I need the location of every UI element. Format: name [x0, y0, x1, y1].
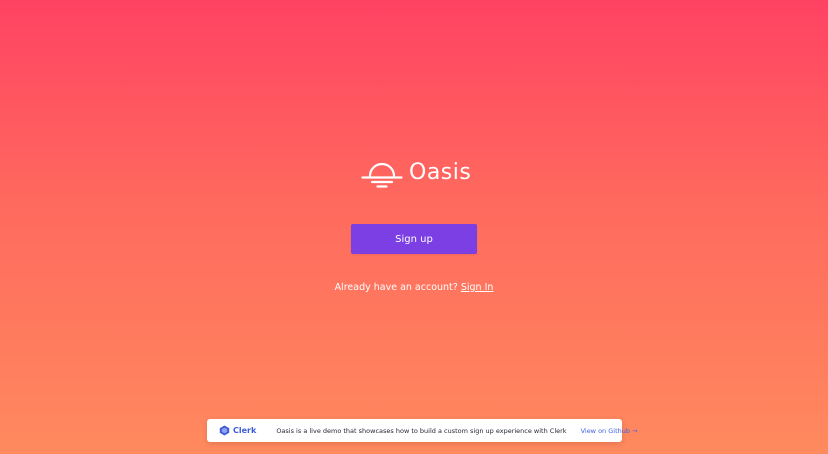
already-have-account-text: Already have an account? [334, 282, 458, 293]
clerk-logo[interactable]: Clerk [219, 419, 256, 442]
sign-up-button[interactable]: Sign up [351, 224, 477, 254]
app-logo: Oasis [361, 156, 471, 190]
sign-in-link[interactable]: Sign In [461, 282, 494, 293]
sign-in-prompt: Already have an account? Sign In [0, 281, 828, 295]
clerk-icon [219, 425, 230, 436]
demo-banner: Clerk Oasis is a live demo that showcase… [207, 419, 638, 442]
clerk-brand-name: Clerk [233, 426, 257, 435]
app-name: Oasis [409, 160, 472, 185]
sunset-icon [361, 162, 403, 188]
banner-message: Oasis is a live demo that showcases how … [276, 426, 567, 435]
view-on-github-link[interactable]: View on Github → [581, 427, 638, 435]
